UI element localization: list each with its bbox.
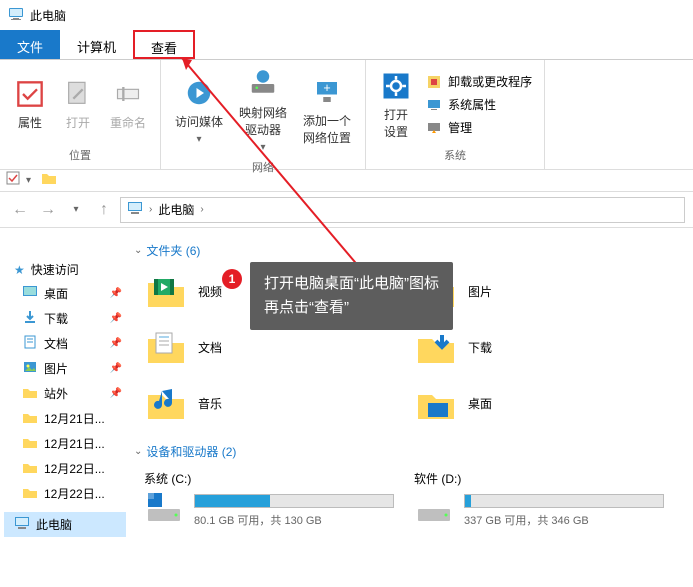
item-icon xyxy=(22,284,38,303)
chevron-down-icon: ⌄ xyxy=(134,245,142,256)
drive-net-icon xyxy=(247,68,279,100)
nav-up[interactable]: ↑ xyxy=(92,198,116,222)
add-net-icon: + xyxy=(311,76,343,108)
sidebar-item[interactable]: 桌面📌 xyxy=(4,281,126,306)
sidebar-item[interactable]: 12月21日... xyxy=(4,406,126,431)
check-icon xyxy=(14,78,46,110)
folder-icon xyxy=(144,325,188,369)
group-drives[interactable]: ⌄ 设备和驱动器 (2) xyxy=(134,439,693,464)
map-drive-button[interactable]: 映射网络 驱动器 ▾ xyxy=(233,64,293,157)
chevron-down-icon[interactable]: ▾ xyxy=(26,175,31,186)
pin-icon: 📌 xyxy=(110,313,122,324)
item-icon xyxy=(22,484,38,503)
item-icon xyxy=(22,384,38,403)
pin-icon: 📌 xyxy=(110,288,122,299)
pc-icon xyxy=(127,200,143,219)
sidebar-item[interactable]: 文档📌 xyxy=(4,331,126,356)
item-icon xyxy=(22,309,38,328)
sidebar-quick-access[interactable]: ★ 快速访问 xyxy=(4,258,126,281)
drive-usage-bar xyxy=(194,494,394,508)
nav-forward[interactable]: → xyxy=(36,198,60,222)
ribbon-group-system: 打开 设置 卸载或更改程序 系统属性 管理 系统 xyxy=(366,60,545,169)
folder-icon xyxy=(414,325,458,369)
properties-button[interactable]: 属性 xyxy=(8,64,52,145)
pc-icon xyxy=(8,6,24,25)
pin-icon: 📌 xyxy=(110,338,122,349)
folder-item[interactable]: 桌面 xyxy=(404,375,674,431)
tab-file[interactable]: 文件 xyxy=(0,30,60,59)
rename-icon xyxy=(112,78,144,110)
sidebar-item[interactable]: 站外📌 xyxy=(4,381,126,406)
uninstall-button[interactable]: 卸载或更改程序 xyxy=(422,71,536,92)
chevron-right-icon: › xyxy=(149,204,152,215)
sidebar-item[interactable]: 12月22日... xyxy=(4,456,126,481)
uninstall-icon xyxy=(426,74,442,90)
open-settings-button[interactable]: 打开 设置 xyxy=(374,64,418,145)
item-icon xyxy=(22,334,38,353)
folder-item[interactable]: 音乐 xyxy=(134,375,404,431)
nav-bar: ← → ▾ ↑ › 此电脑 › xyxy=(0,192,693,228)
sidebar-this-pc[interactable]: 此电脑 xyxy=(4,512,126,537)
address-bar[interactable]: › 此电脑 › xyxy=(120,197,685,223)
gear-icon xyxy=(380,70,412,102)
tab-computer[interactable]: 计算机 xyxy=(60,30,133,59)
chevron-down-icon: ▾ xyxy=(197,134,202,145)
svg-text:+: + xyxy=(323,81,330,95)
chevron-right-icon: › xyxy=(200,204,203,215)
nav-history[interactable]: ▾ xyxy=(64,198,88,222)
sidebar-item[interactable]: 12月21日... xyxy=(4,431,126,456)
folder-icon xyxy=(144,381,188,425)
media-icon xyxy=(183,77,215,109)
folder-icon[interactable] xyxy=(41,171,57,190)
chevron-down-icon: ⌄ xyxy=(134,446,142,457)
sidebar-item[interactable]: 图片📌 xyxy=(4,356,126,381)
folder-icon xyxy=(144,269,188,313)
pin-icon: 📌 xyxy=(110,363,122,374)
chevron-down-icon: ▾ xyxy=(261,142,266,153)
ribbon-tabs: 文件 计算机 查看 xyxy=(0,30,693,60)
sysprops-icon xyxy=(426,97,442,113)
drive-icon xyxy=(414,487,454,530)
drive-item[interactable]: 软件 (D:)337 GB 可用，共 346 GB xyxy=(404,464,674,536)
pin-icon: 📌 xyxy=(110,388,122,399)
open-icon xyxy=(62,78,94,110)
open-button[interactable]: 打开 xyxy=(56,64,100,145)
breadcrumb[interactable]: 此电脑 xyxy=(158,201,194,218)
title-bar: 此电脑 xyxy=(0,0,693,30)
sidebar-item[interactable]: 下载📌 xyxy=(4,306,126,331)
item-icon xyxy=(22,409,38,428)
sidebar-item[interactable]: 12月22日... xyxy=(4,481,126,506)
ribbon: 属性 打开 重命名 位置 访问媒体 ▾ 映射网络 驱动器 ▾ xyxy=(0,60,693,170)
nav-back[interactable]: ← xyxy=(8,198,32,222)
checkbox-icon[interactable] xyxy=(6,171,20,190)
tab-view[interactable]: 查看 xyxy=(133,30,195,59)
annotation-badge: 1 xyxy=(222,269,242,289)
drive-icon xyxy=(144,487,184,530)
ribbon-group-location: 属性 打开 重命名 位置 xyxy=(0,60,161,169)
add-location-button[interactable]: + 添加一个 网络位置 xyxy=(297,64,357,157)
drive-usage-bar xyxy=(464,494,664,508)
sidebar: ★ 快速访问 桌面📌下载📌文档📌图片📌站外📌12月21日...12月21日...… xyxy=(0,228,130,587)
manage-button[interactable]: 管理 xyxy=(422,117,536,138)
item-icon xyxy=(22,459,38,478)
item-icon xyxy=(22,359,38,378)
window-title: 此电脑 xyxy=(30,7,66,24)
item-icon xyxy=(22,434,38,453)
manage-icon xyxy=(426,120,442,136)
access-media-button[interactable]: 访问媒体 ▾ xyxy=(169,64,229,157)
system-props-button[interactable]: 系统属性 xyxy=(422,94,536,115)
instruction-tooltip: 打开电脑桌面“此电脑”图标 再点击“查看” xyxy=(250,262,453,330)
ribbon-group-network: 访问媒体 ▾ 映射网络 驱动器 ▾ + 添加一个 网络位置 网络 xyxy=(161,60,366,169)
group-folders[interactable]: ⌄ 文件夹 (6) xyxy=(134,238,693,263)
rename-button[interactable]: 重命名 xyxy=(104,64,152,145)
folder-icon xyxy=(414,381,458,425)
drive-item[interactable]: 系统 (C:)80.1 GB 可用，共 130 GB xyxy=(134,464,404,536)
star-icon: ★ xyxy=(14,263,25,277)
pc-icon xyxy=(14,515,30,534)
